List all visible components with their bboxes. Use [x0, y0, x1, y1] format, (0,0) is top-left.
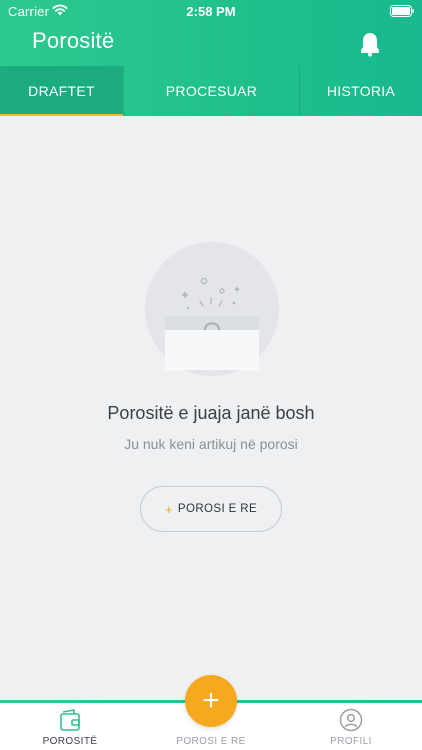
profile-icon: [339, 708, 363, 732]
tab-label: DRAFTET: [28, 83, 95, 99]
empty-box-icon: [165, 277, 259, 370]
tab-label: PROCESUAR: [165, 83, 258, 99]
orders-icon: [60, 709, 80, 731]
bell-icon: [361, 33, 379, 57]
empty-state-title: Porositë e juaja janë bosh: [107, 403, 315, 423]
battery-icon: [390, 5, 414, 17]
add-icon: +: [202, 684, 220, 717]
tab-procesuar[interactable]: PROCESUAR: [123, 66, 299, 116]
new-order-button-label: POROSI E RE: [177, 503, 258, 515]
status-time: 2:58 PM: [186, 4, 236, 19]
tabbar-label: POROSI E RE: [176, 736, 246, 747]
tabbar-label: PROFILI: [330, 736, 372, 747]
empty-state-subtitle: Ju nuk keni artikuj në porosi: [124, 436, 298, 452]
page-title: Porositë: [32, 28, 115, 53]
empty-box-illustration: [145, 242, 279, 376]
status-bar: Carrier 2:58 PM: [0, 0, 422, 22]
plus-icon: +: [164, 501, 173, 517]
order-tabs: DRAFTET PROCESUAR HISTORIA: [0, 66, 422, 116]
active-tab-indicator: [0, 114, 123, 116]
new-order-button[interactable]: + POROSI E RE: [140, 486, 282, 532]
app-header: Carrier 2:58 PM Porositë DRAFTET PROCESU…: [0, 0, 422, 116]
tab-draftet[interactable]: DRAFTET: [0, 66, 123, 116]
tab-historia[interactable]: HISTORIA: [299, 66, 422, 116]
notifications-button[interactable]: [352, 28, 388, 60]
add-order-fab[interactable]: +: [185, 675, 237, 727]
tab-label: HISTORIA: [326, 83, 396, 99]
tabbar-item-profile[interactable]: PROFILI: [306, 700, 396, 750]
tabbar-label: POROSITË: [42, 736, 98, 747]
tabbar-item-orders[interactable]: POROSITË: [20, 700, 120, 750]
